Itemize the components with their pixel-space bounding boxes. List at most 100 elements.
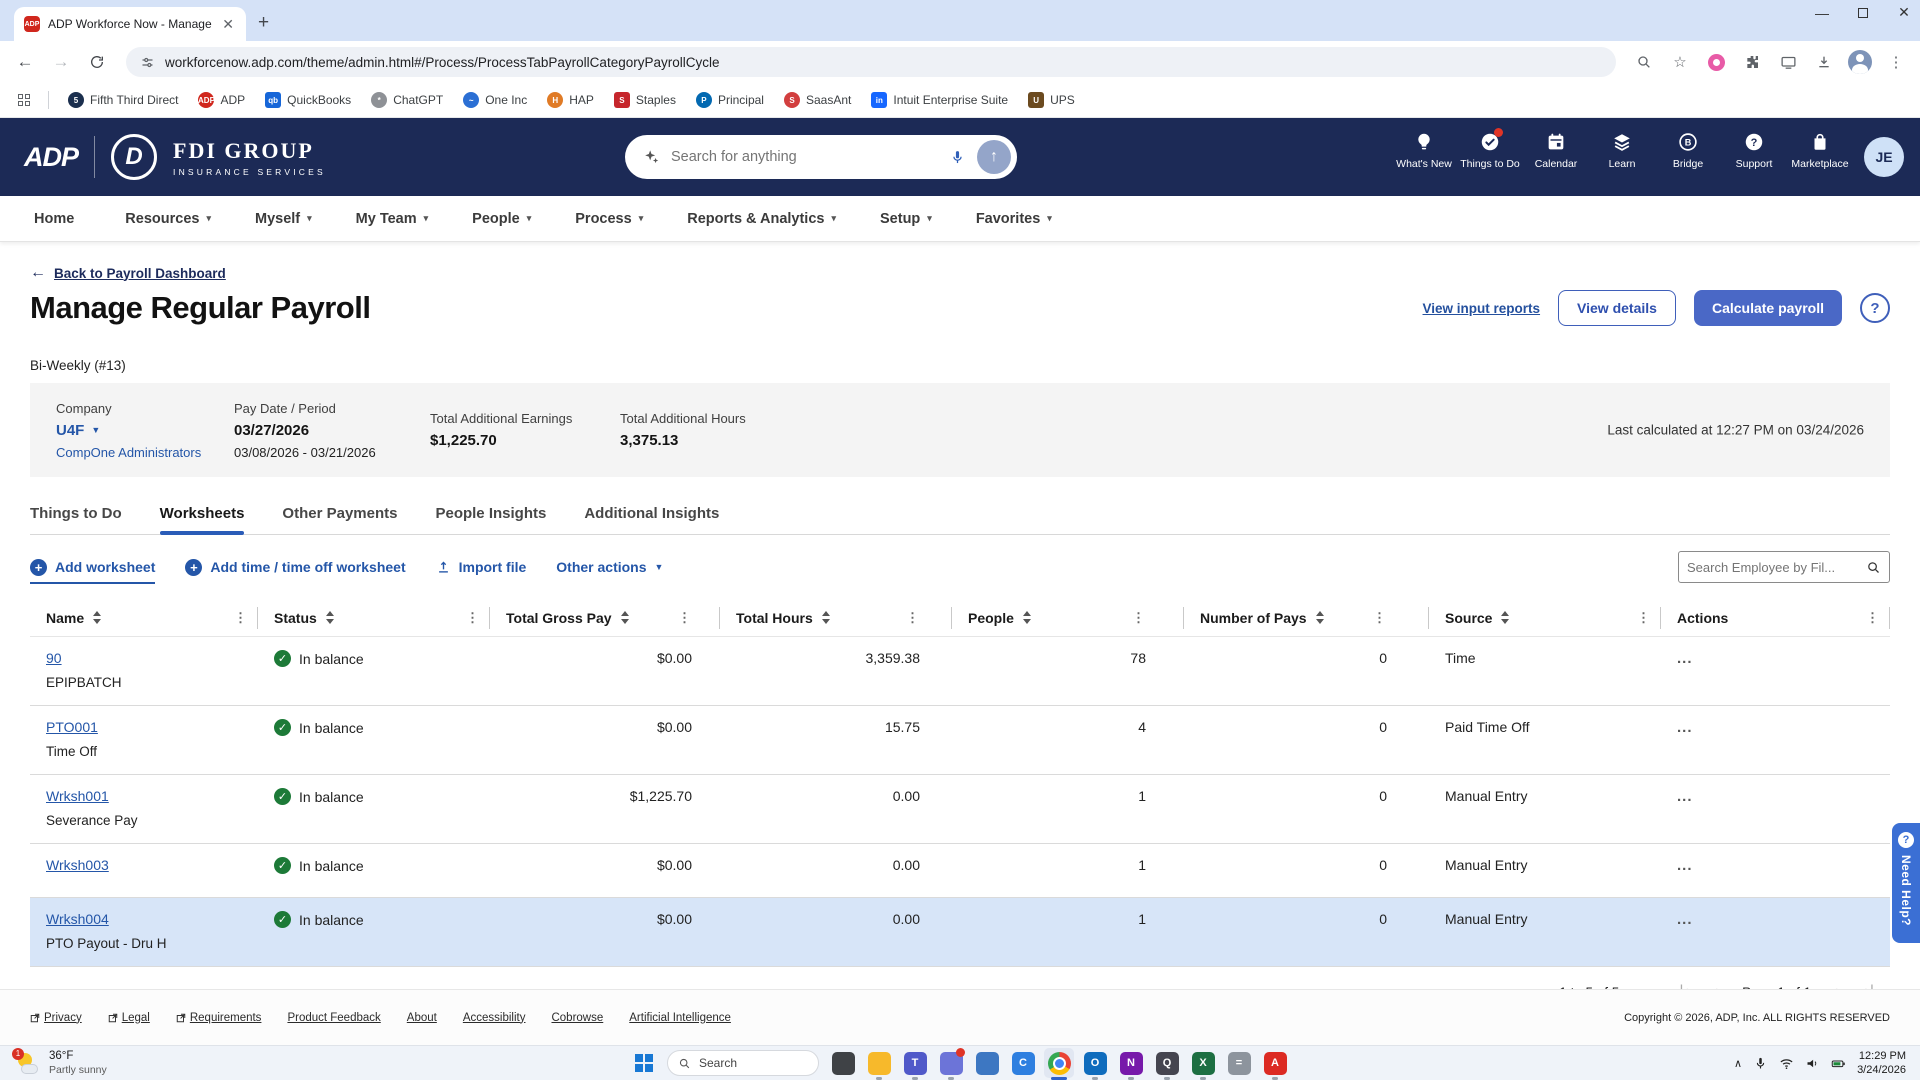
need-help-tab[interactable]: ? Need Help?	[1892, 823, 1920, 943]
browser-tab[interactable]: ADP ADP Workforce Now - Manage ✕	[14, 7, 246, 41]
taskbar-search[interactable]: Search	[667, 1050, 819, 1076]
column-menu-icon[interactable]: ⋮	[1373, 610, 1386, 626]
downloads-icon[interactable]	[1810, 48, 1838, 76]
bookmark-item[interactable]: ~ One Inc	[454, 89, 536, 111]
zoom-icon[interactable]	[1630, 48, 1658, 76]
site-settings-icon[interactable]	[140, 55, 155, 70]
bookmark-item[interactable]: 5 Fifth Third Direct	[59, 89, 187, 111]
calendar-button[interactable]: Calendar	[1526, 131, 1586, 170]
nav-menu-item[interactable]: Reports & Analytics ▾	[687, 211, 836, 227]
column-header-source[interactable]: Source ⋮	[1429, 606, 1661, 629]
address-bar[interactable]: workforcenow.adp.com/theme/admin.html#/P…	[126, 47, 1616, 77]
bookmark-item[interactable]: ADP ADP	[189, 89, 254, 111]
nav-menu-item[interactable]: Process ▾	[575, 211, 643, 227]
taskbar-app-icon[interactable]	[972, 1048, 1002, 1078]
cast-device-icon[interactable]	[1774, 48, 1802, 76]
taskbar-app-icon[interactable]: =	[1224, 1048, 1254, 1078]
taskbar-app-icon[interactable]: T	[900, 1048, 930, 1078]
things-to-do-button[interactable]: Things to Do	[1460, 128, 1520, 170]
bookmark-item[interactable]: in Intuit Enterprise Suite	[862, 89, 1017, 111]
sort-icon[interactable]	[1315, 611, 1324, 624]
worksheet-tab[interactable]: People Insights	[435, 505, 546, 534]
bookmark-item[interactable]: qb QuickBooks	[256, 89, 360, 111]
company-dropdown[interactable]: U4F ▼	[56, 422, 234, 439]
global-search-input[interactable]	[671, 149, 938, 165]
learn-button[interactable]: Learn	[1592, 131, 1652, 170]
bookmark-item[interactable]: S SaasAnt	[775, 89, 860, 111]
wifi-icon[interactable]	[1779, 1056, 1794, 1071]
worksheet-name-link[interactable]: Wrksh004	[46, 911, 109, 927]
taskbar-app-icon[interactable]: A	[1260, 1048, 1290, 1078]
global-search[interactable]: ↑	[625, 135, 1017, 179]
weather-widget[interactable]: 1 36°F Partly sunny	[0, 1047, 280, 1078]
close-button[interactable]: ✕	[1894, 4, 1914, 21]
back-button[interactable]: ←	[10, 47, 40, 77]
nav-menu-item[interactable]: Setup ▾	[880, 211, 932, 227]
bookmark-item[interactable]: H HAP	[538, 89, 603, 111]
tab-close-icon[interactable]: ✕	[220, 16, 236, 33]
taskbar-clock[interactable]: 12:29 PM 3/24/2026	[1857, 1049, 1906, 1078]
search-submit-button[interactable]: ↑	[977, 140, 1011, 174]
search-icon[interactable]	[1866, 560, 1881, 575]
view-input-reports-link[interactable]: View input reports	[1423, 301, 1541, 316]
import-file-button[interactable]: Import file	[436, 559, 526, 575]
sort-icon[interactable]	[821, 611, 830, 624]
nav-menu-item[interactable]: Myself ▾	[255, 211, 312, 227]
worksheet-name-link[interactable]: 90	[46, 650, 62, 666]
company-sub-link[interactable]: CompOne Administrators	[56, 445, 234, 460]
nav-menu-item[interactable]: Resources ▾	[125, 211, 211, 227]
footer-link[interactable]: Product Feedback	[287, 1012, 380, 1024]
add-time-worksheet-button[interactable]: + Add time / time off worksheet	[185, 558, 406, 576]
taskbar-app-icon[interactable]	[936, 1048, 966, 1078]
column-menu-icon[interactable]: ⋮	[678, 610, 691, 626]
worksheet-name-link[interactable]: Wrksh003	[46, 857, 109, 873]
worksheet-name-link[interactable]: PTO001	[46, 719, 98, 735]
battery-icon[interactable]	[1831, 1056, 1846, 1071]
maximize-button[interactable]	[1858, 7, 1868, 18]
new-tab-button[interactable]: +	[258, 12, 269, 34]
help-button[interactable]: ?	[1860, 293, 1890, 323]
bookmark-item[interactable]: * ChatGPT	[362, 89, 452, 111]
calculate-payroll-button[interactable]: Calculate payroll	[1693, 290, 1842, 326]
taskbar-app-icon[interactable]	[864, 1048, 894, 1078]
row-actions-button[interactable]: ...	[1677, 719, 1693, 736]
column-header-gross[interactable]: Total Gross Pay ⋮	[490, 606, 720, 629]
other-actions-button[interactable]: Other actions ▼	[556, 559, 663, 575]
back-to-payroll-dashboard-link[interactable]: Back to Payroll Dashboard	[54, 266, 226, 281]
taskbar-app-icon[interactable]: X	[1188, 1048, 1218, 1078]
bookmark-star-icon[interactable]: ☆	[1666, 48, 1694, 76]
microphone-icon[interactable]	[1753, 1056, 1768, 1071]
bookmark-item[interactable]: U UPS	[1019, 89, 1084, 111]
column-header-status[interactable]: Status ⋮	[258, 606, 490, 629]
row-actions-button[interactable]: ...	[1677, 650, 1693, 667]
bridge-button[interactable]: B Bridge	[1658, 131, 1718, 170]
footer-link[interactable]: Accessibility	[463, 1012, 526, 1024]
column-menu-icon[interactable]: ⋮	[1866, 610, 1879, 626]
profile-avatar-icon[interactable]	[1846, 48, 1874, 76]
employee-search-input[interactable]	[1687, 559, 1866, 575]
microphone-icon[interactable]	[948, 148, 967, 167]
column-header-hours[interactable]: Total Hours ⋮	[720, 606, 952, 629]
volume-icon[interactable]	[1805, 1056, 1820, 1071]
sort-icon[interactable]	[620, 611, 629, 624]
user-avatar[interactable]: JE	[1864, 137, 1904, 177]
nav-menu-item[interactable]: Favorites ▾	[976, 211, 1052, 227]
column-menu-icon[interactable]: ⋮	[234, 610, 247, 626]
extensions-puzzle-icon[interactable]	[1738, 48, 1766, 76]
sort-icon[interactable]	[1022, 611, 1031, 624]
worksheet-tab[interactable]: Things to Do	[30, 505, 122, 534]
footer-link[interactable]: Privacy	[30, 1012, 82, 1024]
pink-extension-icon[interactable]	[1702, 48, 1730, 76]
view-details-button[interactable]: View details	[1558, 290, 1676, 326]
reload-button[interactable]	[82, 47, 112, 77]
nav-menu-item[interactable]: Home	[34, 211, 81, 227]
taskbar-app-icon[interactable]	[1044, 1048, 1074, 1078]
footer-link[interactable]: Requirements	[176, 1012, 261, 1024]
whats-new-button[interactable]: What's New	[1394, 131, 1454, 170]
column-header-name[interactable]: Name ⋮	[30, 606, 258, 629]
nav-menu-item[interactable]: People ▾	[472, 211, 531, 227]
footer-link[interactable]: Cobrowse	[551, 1012, 603, 1024]
column-header-pays[interactable]: Number of Pays ⋮	[1184, 606, 1429, 629]
footer-link[interactable]: Artificial Intelligence	[629, 1012, 731, 1024]
employee-search[interactable]	[1678, 551, 1890, 583]
